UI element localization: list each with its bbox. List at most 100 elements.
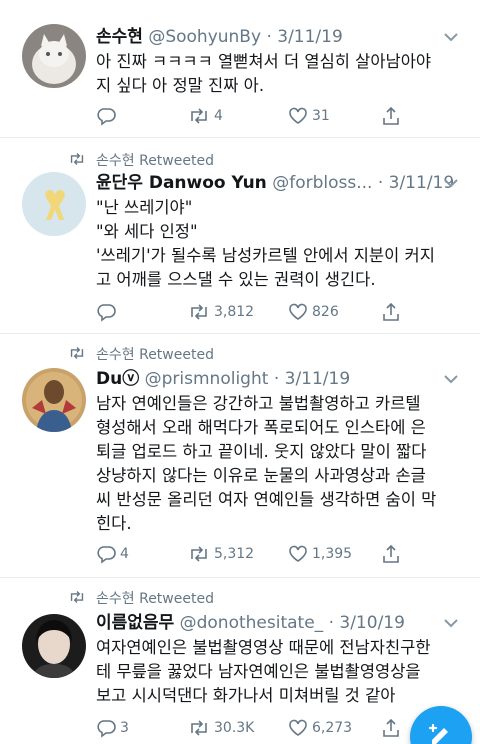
heart-icon	[289, 303, 307, 320]
retweet-icon	[191, 720, 207, 736]
retweet-button[interactable]: 30.3K	[188, 716, 254, 740]
tweet-actions: 3 30.3K 6,273	[96, 716, 416, 740]
tweet-text-line: 여자연예인은 불법촬영영상 때문에 전남자친구한	[96, 638, 431, 657]
handle[interactable]: @forbloss...	[272, 173, 372, 193]
chevron-down-icon[interactable]	[444, 178, 458, 188]
separator-dot: ·	[377, 173, 384, 193]
avatar[interactable]	[22, 172, 86, 236]
retweet-icon	[70, 591, 84, 603]
display-name[interactable]: 이름없음무	[96, 613, 174, 633]
like-button[interactable]: 1,395	[288, 542, 352, 566]
retweet-count: 5,312	[214, 546, 255, 562]
reply-icon	[97, 720, 116, 738]
retweet-icon	[70, 347, 84, 359]
tweet[interactable]: 손수현 Retweeted 윤단우 Danwoo Yun @forbloss..…	[0, 138, 480, 334]
retweet-button[interactable]: 3,812	[188, 300, 254, 324]
retweet-icon	[191, 546, 207, 562]
retweet-icon	[191, 304, 207, 320]
tweet-text: 아 진짜 ㅋㅋㅋㅋ 열뻗쳐서 더 열심히 살아남아야 지 싶다 아 정말 진짜 …	[96, 50, 466, 98]
tweet-date[interactable]: 3/10/19	[339, 613, 405, 633]
retweet-button[interactable]: 5,312	[188, 542, 254, 566]
tweet-text: 여자연예인은 불법촬영영상 때문에 전남자친구한 테 무릎을 꿇었다 남자연예인…	[96, 636, 466, 708]
tweet-text-line: "와 세다 인정"	[96, 222, 198, 241]
separator-dot: ·	[266, 27, 272, 47]
share-button[interactable]	[382, 300, 400, 324]
tweet-text-line: 씨 반성문 올리던 여자 연예인들 생각하면 숨이 막	[96, 490, 437, 509]
share-button[interactable]	[382, 542, 400, 566]
separator-dot: ·	[328, 613, 334, 633]
avatar[interactable]	[22, 24, 86, 88]
reply-button[interactable]	[96, 300, 120, 324]
tweet-text-line: 남자 연예인들은 강간하고 불법촬영하고 카르텔	[96, 394, 421, 413]
like-count: 826	[312, 304, 339, 320]
retweet-count: 3,812	[214, 304, 255, 320]
share-button[interactable]	[382, 716, 400, 740]
share-button[interactable]	[382, 104, 400, 128]
like-count: 1,395	[312, 546, 353, 562]
tweet-actions: 4 5,312 1,395	[96, 542, 416, 566]
retweet-button[interactable]: 4	[188, 104, 223, 128]
share-icon	[383, 544, 399, 563]
tweet-text-line: 형성해서 오래 해먹다가 폭로되어도 인스타에 은	[96, 418, 426, 437]
handle[interactable]: @prismnolight	[145, 369, 269, 389]
compose-tweet-icon	[428, 723, 448, 744]
separator-dot: ·	[273, 369, 280, 389]
chevron-down-icon[interactable]	[444, 374, 458, 384]
reply-button[interactable]: 4	[96, 542, 129, 566]
handle[interactable]: @donothesitate_	[180, 613, 324, 633]
tweet-text-line: 보고 시시덕댄다 화가나서 미쳐버릴 것 같아	[96, 686, 396, 705]
reply-count: 3	[120, 720, 129, 736]
like-button[interactable]: 6,273	[288, 716, 352, 740]
reply-button[interactable]: 3	[96, 716, 129, 740]
tweet-header: Duⓥ @prismnolight · 3/11/19	[96, 366, 350, 392]
chevron-down-icon[interactable]	[444, 618, 458, 628]
reply-icon	[97, 546, 116, 564]
tweet-header: 손수현 @SoohyunBy · 3/11/19	[96, 24, 343, 50]
heart-icon	[289, 545, 307, 562]
retweeted-by-label[interactable]: 손수현 Retweeted	[96, 588, 214, 608]
tweet-text-line: '쓰레기'가 될수록 남성카르텔 안에서 지분이 커지	[96, 246, 435, 265]
tweet-actions: 4 31	[96, 104, 416, 128]
heart-icon	[289, 719, 307, 736]
reply-icon	[97, 108, 116, 126]
tweet[interactable]: 손수현 @SoohyunBy · 3/11/19 아 진짜 ㅋㅋㅋㅋ 열뻗쳐서 …	[0, 0, 480, 138]
like-button[interactable]: 826	[288, 300, 339, 324]
display-name[interactable]: 윤단우 Danwoo Yun	[96, 173, 267, 193]
tweet-text-line: 지 싶다 아 정말 진짜 아.	[96, 76, 265, 95]
tweet-text: "난 쓰레기야" "와 세다 인정" '쓰레기'가 될수록 남성카르텔 안에서 …	[96, 196, 466, 292]
reply-button[interactable]	[96, 104, 120, 128]
reply-count: 4	[120, 546, 129, 562]
retweet-icon	[191, 108, 207, 124]
avatar[interactable]	[22, 368, 86, 432]
retweet-count: 4	[214, 108, 223, 124]
retweet-count: 30.3K	[214, 720, 255, 736]
share-icon	[383, 106, 399, 125]
retweeted-by-label[interactable]: 손수현 Retweeted	[96, 344, 214, 364]
retweeted-by-label[interactable]: 손수현 Retweeted	[96, 150, 214, 170]
like-button[interactable]: 31	[288, 104, 330, 128]
tweet-text-line: 퇴글 업로드 하고 끝이네. 웃지 않았다 말이 짧다	[96, 442, 427, 461]
tweet-text-line: 아 진짜 ㅋㅋㅋㅋ 열뻗쳐서 더 열심히 살아남아야	[96, 52, 432, 71]
display-name[interactable]: Duⓥ	[96, 369, 139, 389]
share-icon	[383, 302, 399, 321]
avatar[interactable]	[22, 614, 86, 678]
tweet[interactable]: 손수현 Retweeted 이름없음무 @donothesitate_ · 3/…	[0, 578, 480, 744]
tweet-text-line: 상냥하지 않다는 이유로 눈물의 사과영상과 손글	[96, 466, 426, 485]
like-count: 31	[312, 108, 330, 124]
tweet-date[interactable]: 3/11/19	[277, 27, 343, 47]
handle[interactable]: @SoohyunBy	[148, 27, 261, 47]
display-name[interactable]: 손수현	[96, 27, 143, 47]
reply-icon	[97, 304, 116, 322]
tweet-text-line: "난 쓰레기야"	[96, 198, 193, 217]
tweet-date[interactable]: 3/11/19	[285, 369, 351, 389]
tweet-text-line: 힌다.	[96, 514, 132, 533]
retweet-icon	[70, 153, 84, 165]
heart-icon	[289, 107, 307, 124]
tweet[interactable]: 손수현 Retweeted Duⓥ @prismnolight · 3/11/1…	[0, 334, 480, 578]
share-icon	[383, 718, 399, 737]
tweet-text-line: 테 무릎을 꿇었다 남자연예인은 불법촬영영상을	[96, 662, 421, 681]
tweet-text-line: 고 어깨를 으스댈 수 있는 권력이 생긴다.	[96, 270, 376, 289]
tweet-actions: 3,812 826	[96, 300, 416, 324]
chevron-down-icon[interactable]	[444, 32, 458, 42]
like-count: 6,273	[312, 720, 353, 736]
